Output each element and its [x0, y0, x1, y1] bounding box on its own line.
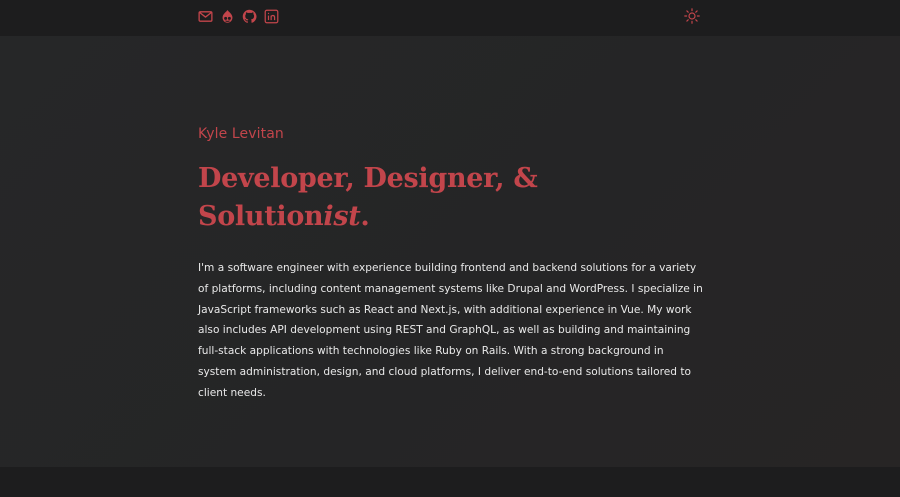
social-links	[198, 9, 279, 24]
drupal-icon[interactable]	[220, 9, 235, 24]
headline-line-2-regular: Solution	[198, 201, 324, 232]
hero-content: Kyle Levitan Developer, Designer, & Solu…	[198, 125, 703, 404]
hero-section: Kyle Levitan Developer, Designer, & Solu…	[0, 36, 900, 467]
page-footer	[0, 467, 900, 497]
headline-line-2-italic: ist	[323, 201, 361, 232]
page-headline: Developer, Designer, & Solutionist.	[198, 160, 703, 236]
top-navigation-bar	[0, 0, 900, 36]
sun-icon[interactable]	[684, 8, 700, 24]
headline-line-2-end: .	[360, 201, 370, 232]
mail-icon[interactable]	[198, 9, 213, 24]
headline-line-1: Developer, Designer, &	[198, 163, 538, 194]
author-name: Kyle Levitan	[198, 126, 284, 142]
linkedin-icon[interactable]	[264, 9, 279, 24]
github-icon[interactable]	[242, 9, 257, 24]
bio-paragraph: I'm a software engineer with experience …	[198, 262, 703, 399]
